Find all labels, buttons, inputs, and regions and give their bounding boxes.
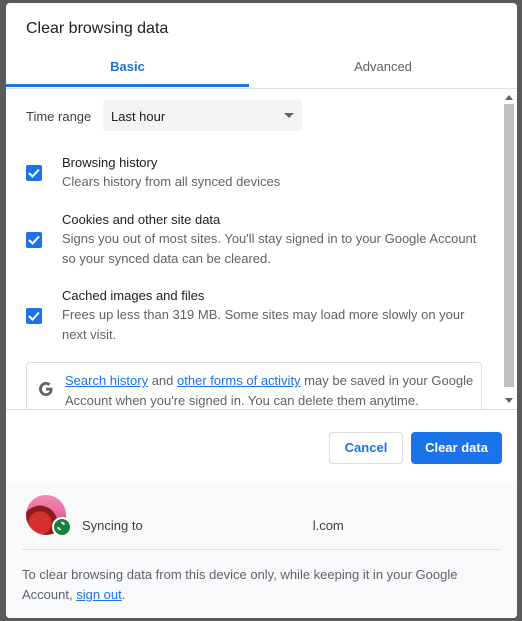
option-description: Signs you out of most sites. You'll stay… bbox=[62, 231, 477, 266]
option-description: Frees up less than 319 MB. Some sites ma… bbox=[62, 307, 465, 342]
clear-data-button[interactable]: Clear data bbox=[411, 432, 502, 464]
checkmark-icon bbox=[28, 311, 40, 321]
tab-selected-indicator bbox=[6, 84, 249, 87]
sync-prefix: Syncing to bbox=[82, 518, 143, 533]
options-scroll-area: Time range Last hour Browsing history Cl… bbox=[6, 89, 517, 409]
sign-out-link[interactable]: sign out bbox=[76, 587, 122, 602]
google-activity-notice: Search history and other forms of activi… bbox=[26, 362, 482, 409]
option-title: Cookies and other site data bbox=[62, 212, 221, 227]
vertical-scrollbar[interactable] bbox=[503, 89, 515, 409]
option-description: Clears history from all synced devices bbox=[62, 174, 281, 189]
tab-basic[interactable]: Basic bbox=[6, 48, 249, 86]
scrollbar-thumb[interactable] bbox=[504, 104, 514, 387]
dialog-title: Clear browsing data bbox=[26, 20, 169, 37]
sync-icon bbox=[57, 521, 65, 531]
cached-images-checkbox[interactable] bbox=[26, 308, 42, 324]
clear-browsing-data-dialog: Clear browsing data Basic Advanced Time … bbox=[6, 3, 517, 618]
cancel-button[interactable]: Cancel bbox=[329, 432, 403, 464]
notice-text-1: and bbox=[148, 373, 178, 388]
tab-advanced[interactable]: Advanced bbox=[249, 48, 517, 86]
google-notice-text: Search history and other forms of activi… bbox=[65, 371, 475, 409]
checkmark-icon bbox=[28, 168, 40, 178]
scroll-up-arrow-icon[interactable] bbox=[505, 95, 513, 100]
note-end: . bbox=[121, 587, 126, 602]
other-activity-link[interactable]: other forms of activity bbox=[177, 373, 301, 388]
tab-bar: Basic Advanced bbox=[6, 48, 517, 89]
browsing-history-checkbox[interactable] bbox=[26, 165, 42, 181]
time-range-value: Last hour bbox=[111, 109, 166, 124]
sync-badge bbox=[52, 517, 72, 537]
option-title: Browsing history bbox=[62, 155, 158, 170]
chevron-down-icon bbox=[284, 113, 294, 118]
checkmark-icon bbox=[28, 235, 40, 245]
footer-divider bbox=[22, 549, 501, 550]
cookies-checkbox[interactable] bbox=[26, 232, 42, 248]
sync-status-text: Syncing to l.com bbox=[82, 518, 344, 533]
content-divider bbox=[6, 409, 517, 410]
sync-email-suffix: l.com bbox=[312, 518, 344, 533]
search-history-link[interactable]: Search history bbox=[65, 373, 148, 388]
sign-out-note: To clear browsing data from this device … bbox=[22, 565, 492, 605]
time-range-label: Time range bbox=[26, 109, 92, 124]
option-title: Cached images and files bbox=[62, 288, 205, 303]
google-g-icon bbox=[39, 382, 53, 396]
scroll-down-arrow-icon[interactable] bbox=[505, 398, 513, 403]
time-range-dropdown[interactable]: Last hour bbox=[103, 100, 302, 131]
sync-footer: Syncing to l.com To clear browsing data f… bbox=[6, 481, 517, 618]
